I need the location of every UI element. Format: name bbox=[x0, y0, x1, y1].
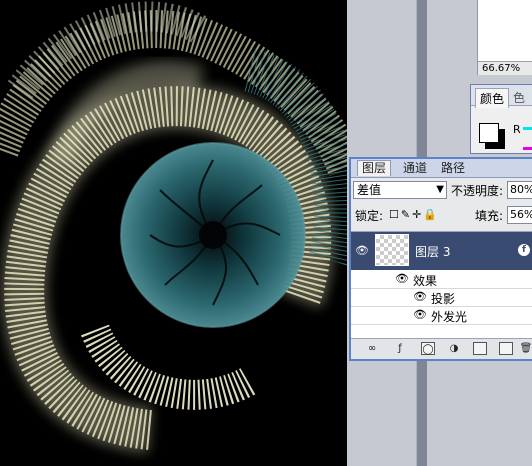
tab-channels[interactable]: 通道 bbox=[399, 161, 431, 176]
lock-label: 锁定: bbox=[355, 209, 384, 223]
lock-transparency-icon[interactable]: ☐ bbox=[389, 208, 401, 221]
blend-mode-value: 差值 bbox=[357, 183, 382, 197]
effects-label: 效果 bbox=[413, 274, 438, 288]
effect-outer-glow-label: 外发光 bbox=[431, 310, 468, 324]
effect-drop-shadow-label: 投影 bbox=[431, 292, 456, 306]
fill-input[interactable]: 56% bbox=[507, 206, 532, 224]
color-panel-tabs: 颜色 色 bbox=[471, 85, 532, 108]
effect-row-drop-shadow[interactable]: 👁 投影 bbox=[351, 288, 532, 307]
blend-mode-select[interactable]: 差值 ▼ bbox=[353, 181, 447, 199]
tab-paths[interactable]: 路径 bbox=[437, 161, 469, 176]
effects-visibility-eye-icon[interactable]: 👁 bbox=[395, 273, 409, 285]
effect-row-outer-glow[interactable]: 👁 外发光 bbox=[351, 306, 532, 325]
glowing-spiral-artwork bbox=[0, 0, 347, 466]
chevron-down-icon: ▼ bbox=[436, 184, 444, 195]
zoom-level[interactable]: 66.67% bbox=[478, 61, 532, 75]
layers-footer-toolbar: ∞ ƒ ◯ ◑ 🗑 bbox=[351, 338, 532, 359]
layers-panel-tabs: 图层 通道 路径 bbox=[351, 159, 532, 178]
effects-badge-icon[interactable]: f bbox=[518, 244, 530, 256]
delete-layer-icon[interactable]: 🗑 bbox=[519, 342, 532, 355]
layer-name: 图层 3 bbox=[415, 245, 451, 259]
new-layer-icon[interactable] bbox=[499, 342, 513, 355]
channel-r-slider[interactable] bbox=[523, 127, 532, 130]
canvas-artwork bbox=[0, 0, 347, 466]
lock-options: ☐✎✛🔒 bbox=[389, 208, 439, 221]
layer-thumbnail bbox=[375, 234, 409, 266]
blend-opacity-row: 差值 ▼ 不透明度: 80% bbox=[353, 181, 532, 203]
visibility-eye-icon[interactable]: 👁 bbox=[355, 245, 369, 257]
tab-color[interactable]: 颜色 bbox=[475, 88, 510, 108]
fill-label: 填充: bbox=[475, 209, 504, 223]
layer-row-selected[interactable]: 👁 图层 3 f bbox=[351, 232, 532, 270]
channel-r-label: R bbox=[513, 123, 521, 136]
new-group-icon[interactable] bbox=[473, 342, 487, 355]
drop-shadow-eye-icon[interactable]: 👁 bbox=[413, 291, 427, 303]
color-panel: 颜色 色 R bbox=[470, 84, 532, 154]
foreground-color-swatch[interactable] bbox=[479, 123, 499, 143]
outer-glow-eye-icon[interactable]: 👁 bbox=[413, 309, 427, 321]
add-mask-icon[interactable]: ◯ bbox=[421, 342, 435, 355]
add-layer-style-icon[interactable]: ƒ bbox=[393, 342, 407, 355]
tab-swatches[interactable]: 色 bbox=[513, 89, 525, 106]
opacity-label: 不透明度: bbox=[451, 184, 504, 198]
lock-position-icon[interactable]: ✛ bbox=[412, 208, 423, 221]
layers-list: 👁 图层 3 f 👁 效果 👁 投影 👁 外发光 bbox=[351, 231, 532, 342]
adjustment-layer-icon[interactable]: ◑ bbox=[447, 342, 461, 355]
secondary-document-window[interactable]: 66.67% bbox=[477, 0, 532, 75]
lock-all-icon[interactable]: 🔒 bbox=[423, 208, 439, 221]
effects-group-row[interactable]: 👁 效果 bbox=[351, 270, 532, 289]
tab-layers[interactable]: 图层 bbox=[357, 160, 392, 176]
link-layers-icon[interactable]: ∞ bbox=[365, 342, 379, 355]
lock-fill-row: 锁定: ☐✎✛🔒 填充: 56% bbox=[353, 206, 532, 228]
opacity-input[interactable]: 80% bbox=[507, 181, 532, 199]
layers-panel: 图层 通道 路径 差值 ▼ 不透明度: 80% 锁定: ☐✎✛🔒 填充: 56%… bbox=[349, 157, 532, 361]
lock-image-icon[interactable]: ✎ bbox=[401, 208, 412, 221]
channel-c-slider[interactable] bbox=[523, 147, 532, 150]
